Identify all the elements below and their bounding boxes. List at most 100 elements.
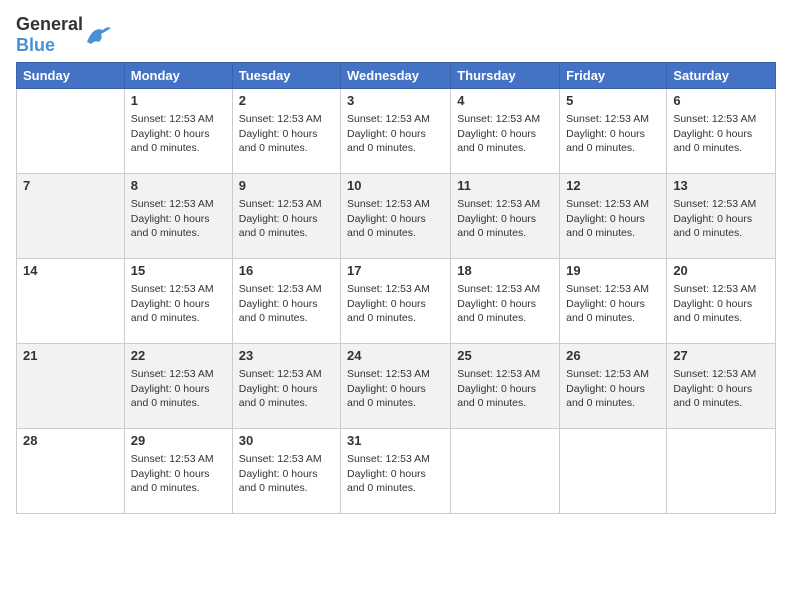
calendar-day-cell: 15 Sunset: 12:53 AM Daylight: 0 hours and…: [124, 259, 232, 344]
day-number: 24: [347, 348, 444, 363]
calendar-week-row: 14 15 Sunset: 12:53 AM Daylight: 0 hours a…: [17, 259, 776, 344]
day-number: 1: [131, 93, 226, 108]
col-saturday: Saturday: [667, 63, 776, 89]
day-info: Sunset: 12:53 AM Daylight: 0 hours and 0…: [239, 282, 334, 326]
calendar-week-row: 21 22 Sunset: 12:53 AM Daylight: 0 hours a…: [17, 344, 776, 429]
calendar-day-cell: 11 Sunset: 12:53 AM Daylight: 0 hours and…: [451, 174, 560, 259]
day-info: Sunset: 12:53 AM Daylight: 0 hours and 0…: [131, 197, 226, 241]
day-number: 6: [673, 93, 769, 108]
day-number: 4: [457, 93, 553, 108]
day-number: 15: [131, 263, 226, 278]
col-sunday: Sunday: [17, 63, 125, 89]
day-info: Sunset: 12:53 AM Daylight: 0 hours and 0…: [347, 282, 444, 326]
calendar-day-cell: [560, 429, 667, 514]
calendar-day-cell: 3 Sunset: 12:53 AM Daylight: 0 hours and …: [341, 89, 451, 174]
calendar-day-cell: [17, 89, 125, 174]
day-number: 22: [131, 348, 226, 363]
day-info: Sunset: 12:53 AM Daylight: 0 hours and 0…: [566, 282, 660, 326]
logo-bird-icon: [85, 24, 113, 46]
calendar-day-cell: 1 Sunset: 12:53 AM Daylight: 0 hours and …: [124, 89, 232, 174]
calendar-day-cell: 25 Sunset: 12:53 AM Daylight: 0 hours and…: [451, 344, 560, 429]
calendar-header-row: Sunday Monday Tuesday Wednesday Thursday…: [17, 63, 776, 89]
day-info: Sunset: 12:53 AM Daylight: 0 hours and 0…: [457, 367, 553, 411]
calendar-day-cell: 7: [17, 174, 125, 259]
day-info: Sunset: 12:53 AM Daylight: 0 hours and 0…: [131, 282, 226, 326]
logo: General Blue: [16, 14, 113, 56]
day-number: 25: [457, 348, 553, 363]
day-number: 10: [347, 178, 444, 193]
day-number: 21: [23, 348, 118, 363]
col-tuesday: Tuesday: [232, 63, 340, 89]
day-info: Sunset: 12:53 AM Daylight: 0 hours and 0…: [239, 197, 334, 241]
calendar-day-cell: 5 Sunset: 12:53 AM Daylight: 0 hours and …: [560, 89, 667, 174]
calendar-day-cell: 9 Sunset: 12:53 AM Daylight: 0 hours and …: [232, 174, 340, 259]
day-info: Sunset: 12:53 AM Daylight: 0 hours and 0…: [673, 367, 769, 411]
calendar-day-cell: 28: [17, 429, 125, 514]
calendar-table: Sunday Monday Tuesday Wednesday Thursday…: [16, 62, 776, 514]
day-number: 14: [23, 263, 118, 278]
calendar-day-cell: 23Sunset: 12:53 AM Daylight: 0 hours and…: [232, 344, 340, 429]
calendar-day-cell: 16 Sunset: 12:53 AM Daylight: 0 hours and…: [232, 259, 340, 344]
calendar-day-cell: 18 Sunset: 12:53 AM Daylight: 0 hours and…: [451, 259, 560, 344]
day-info: Sunset: 12:53 AM Daylight: 0 hours and 0…: [566, 112, 660, 156]
calendar-day-cell: 12 Sunset: 12:53 AM Daylight: 0 hours and…: [560, 174, 667, 259]
day-number: 7: [23, 178, 118, 193]
calendar-day-cell: 19 Sunset: 12:53 AM Daylight: 0 hours and…: [560, 259, 667, 344]
col-wednesday: Wednesday: [341, 63, 451, 89]
col-thursday: Thursday: [451, 63, 560, 89]
day-number: 16: [239, 263, 334, 278]
day-info: Sunset: 12:53 AM Daylight: 0 hours and 0…: [457, 282, 553, 326]
calendar-week-row: 1 Sunset: 12:53 AM Daylight: 0 hours and …: [17, 89, 776, 174]
day-number: 19: [566, 263, 660, 278]
day-number: 11: [457, 178, 553, 193]
calendar-day-cell: 22 Sunset: 12:53 AM Daylight: 0 hours and…: [124, 344, 232, 429]
calendar-day-cell: 26 Sunset: 12:53 AM Daylight: 0 hours and…: [560, 344, 667, 429]
day-info: Sunset: 12:53 AM Daylight: 0 hours and 0…: [239, 452, 334, 496]
day-info: Sunset: 12:53 AM Daylight: 0 hours and 0…: [457, 197, 553, 241]
day-info: Sunset: 12:53 AM Daylight: 0 hours and 0…: [131, 112, 226, 156]
day-number: 5: [566, 93, 660, 108]
calendar-day-cell: 31 Sunset: 12:53 AM Daylight: 0 hours and…: [341, 429, 451, 514]
day-number: 8: [131, 178, 226, 193]
calendar-day-cell: 14: [17, 259, 125, 344]
day-number: 9: [239, 178, 334, 193]
day-number: 31: [347, 433, 444, 448]
day-info: Sunset: 12:53 AM Daylight: 0 hours and 0…: [673, 282, 769, 326]
day-info: Sunset: 12:53 AM Daylight: 0 hours and 0…: [566, 367, 660, 411]
calendar-day-cell: 27 Sunset: 12:53 AM Daylight: 0 hours and…: [667, 344, 776, 429]
calendar-day-cell: [451, 429, 560, 514]
header: General Blue: [16, 10, 776, 56]
calendar-day-cell: 10 Sunset: 12:53 AM Daylight: 0 hours and…: [341, 174, 451, 259]
day-info: Sunset: 12:53 AM Daylight: 0 hours and 0…: [347, 197, 444, 241]
calendar-day-cell: 21: [17, 344, 125, 429]
day-number: 17: [347, 263, 444, 278]
day-number: 27: [673, 348, 769, 363]
day-info: Sunset: 12:53 AM Daylight: 0 hours and 0…: [239, 112, 334, 156]
day-info: Sunset: 12:53 AM Daylight: 0 hours and 0…: [347, 112, 444, 156]
calendar-day-cell: 24 Sunset: 12:53 AM Daylight: 0 hours and…: [341, 344, 451, 429]
day-info: Sunset: 12:53 AM Daylight: 0 hours and 0…: [566, 197, 660, 241]
calendar-day-cell: 8 Sunset: 12:53 AM Daylight: 0 hours and …: [124, 174, 232, 259]
logo-blue: Blue: [16, 35, 55, 55]
day-info: Sunset: 12:53 AM Daylight: 0 hours and 0…: [131, 452, 226, 496]
day-info: Sunset: 12:53 AM Daylight: 0 hours and 0…: [347, 367, 444, 411]
day-number: 29: [131, 433, 226, 448]
day-info: Sunset: 12:53 AM Daylight: 0 hours and 0…: [131, 367, 226, 411]
calendar-week-row: 78 Sunset: 12:53 AM Daylight: 0 hours and…: [17, 174, 776, 259]
day-info: Sunset: 12:53 AM Daylight: 0 hours and 0…: [347, 452, 444, 496]
day-number: 23: [239, 348, 334, 363]
day-number: 2: [239, 93, 334, 108]
day-number: 30: [239, 433, 334, 448]
day-number: 12: [566, 178, 660, 193]
day-info: Sunset: 12:53 AM Daylight: 0 hours and 0…: [673, 112, 769, 156]
day-number: 26: [566, 348, 660, 363]
calendar-day-cell: 29 Sunset: 12:53 AM Daylight: 0 hours and…: [124, 429, 232, 514]
calendar-day-cell: 20Sunset: 12:53 AM Daylight: 0 hours and…: [667, 259, 776, 344]
calendar-day-cell: 30 Sunset: 12:53 AM Daylight: 0 hours and…: [232, 429, 340, 514]
calendar-week-row: 28 29 Sunset: 12:53 AM Daylight: 0 hours a…: [17, 429, 776, 514]
day-number: 13: [673, 178, 769, 193]
day-number: 18: [457, 263, 553, 278]
day-number: 3: [347, 93, 444, 108]
day-info: Sunset: 12:53 AM Daylight: 0 hours and 0…: [673, 197, 769, 241]
day-info: Sunset: 12:53 AM Daylight: 0 hours and 0…: [457, 112, 553, 156]
